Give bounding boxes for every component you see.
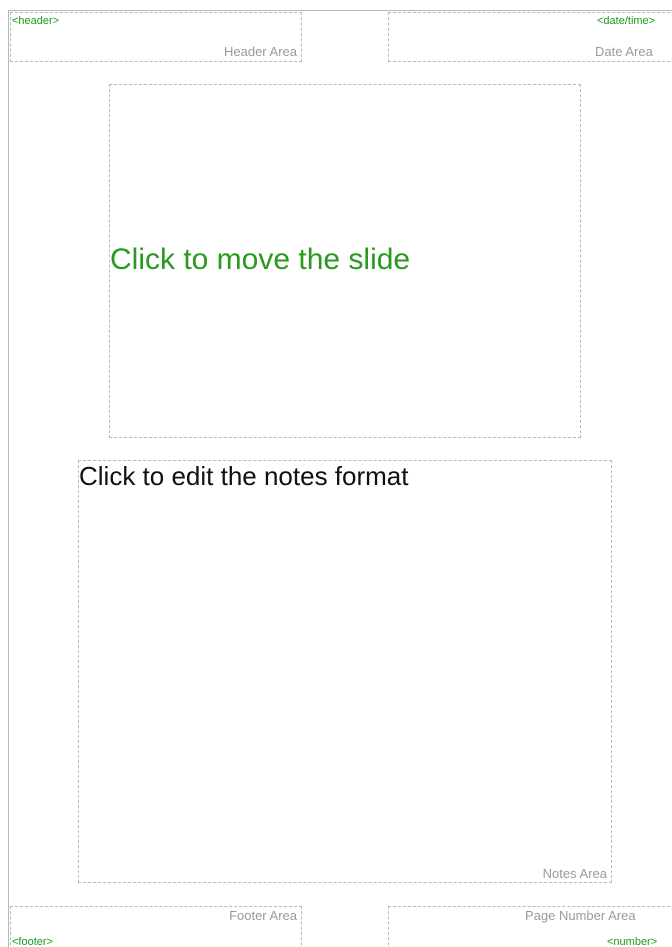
header-area-label: Header Area (224, 44, 297, 59)
header-area[interactable]: <header> Header Area (10, 12, 302, 62)
notes-master-page: <header> Header Area <date/time> Date Ar… (0, 0, 672, 947)
notes-area-label: Notes Area (542, 866, 607, 881)
page-number-field: <number> (607, 936, 658, 947)
date-time-field: <date/time> (597, 15, 656, 27)
date-area[interactable]: <date/time> Date Area (388, 12, 672, 62)
header-field: <header> (12, 15, 60, 27)
page-number-area[interactable]: Page Number Area <number> (388, 906, 672, 947)
page-top-edge (8, 10, 672, 11)
notes-placeholder-text: Click to edit the notes format (79, 461, 409, 491)
notes-area[interactable]: Click to edit the notes format Notes Are… (78, 460, 612, 883)
footer-area[interactable]: Footer Area <footer> (10, 906, 302, 947)
page-number-area-label: Page Number Area (525, 908, 636, 923)
slide-placeholder-text: Click to move the slide (110, 243, 411, 276)
page-left-edge (8, 10, 9, 947)
date-area-label: Date Area (595, 44, 653, 59)
footer-field: <footer> (12, 936, 53, 947)
footer-area-label: Footer Area (229, 908, 297, 923)
slide-area[interactable]: Click to move the slide (109, 84, 581, 438)
